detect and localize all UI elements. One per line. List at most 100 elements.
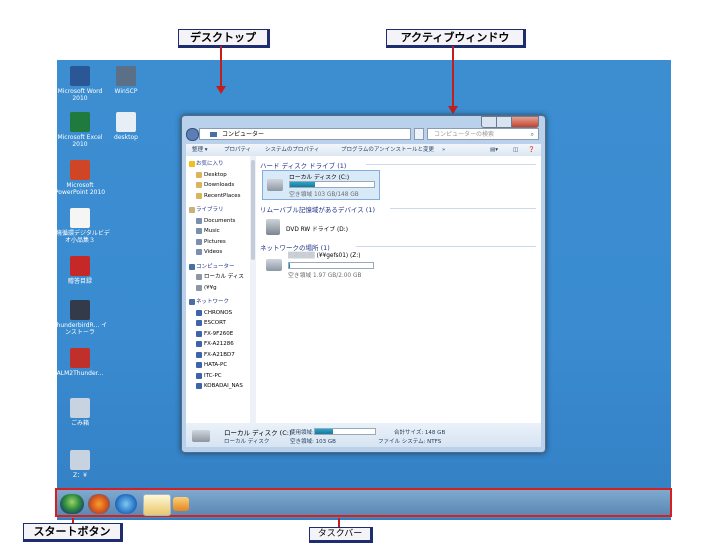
search-placeholder: コンピューターの検索	[434, 131, 495, 138]
desktop-icon[interactable]: ごみ箱	[50, 398, 110, 427]
network-drive-free: 空き領域 1.97 GB/2.00 GB	[288, 273, 362, 279]
properties-button[interactable]: プロパティ	[224, 144, 251, 156]
desktop-icon-label: Microsoft PowerPoint 2010	[54, 182, 106, 196]
alm2thunder-icon	[70, 348, 90, 368]
view-options-icon[interactable]: ▤▾	[490, 144, 498, 156]
details-usage-bar	[314, 428, 376, 435]
address-text: コンピューター	[222, 131, 265, 138]
explorer-folder-icon[interactable]	[143, 494, 171, 516]
desktop-icon[interactable]: Microsoft PowerPoint 2010	[50, 160, 110, 196]
desktop-callout: デスクトップ	[178, 29, 270, 48]
dvd-drive-name: DVD RW ドライブ (D:)	[286, 227, 348, 233]
hdd-section-line	[366, 164, 536, 165]
excel-icon	[70, 112, 90, 132]
hdd-section-header[interactable]: ハード ディスク ドライブ (1)	[260, 160, 346, 170]
nav-item-favorite-icon	[196, 192, 202, 199]
desktop-icon-label: ごみ箱	[70, 420, 89, 427]
search-input[interactable]: コンピューターの検索 ⌕	[427, 128, 539, 140]
organize-button[interactable]: 整理 ▾	[192, 144, 208, 156]
nav-item-library-icon	[196, 228, 202, 234]
content-pane: ハード ディスク ドライブ (1) ローカル ディスク (C:) 空き領域 10…	[256, 156, 541, 423]
desktop-icon[interactable]: Z：¥	[50, 450, 110, 479]
details-drive-icon	[192, 430, 210, 442]
taskbar-callout: タスクバー	[309, 527, 373, 543]
computer-icon	[210, 132, 217, 137]
nav-computer-icon	[189, 263, 195, 270]
nav-item-library[interactable]: Documents	[204, 217, 235, 226]
nav-item-network[interactable]: HATA-PC	[204, 361, 227, 370]
nav-item-network[interactable]: CHRONOS	[204, 309, 232, 318]
word-icon	[70, 66, 90, 86]
details-total-label: 合計サイズ: 148 GB	[394, 430, 446, 436]
nav-item-favorite[interactable]: Desktop	[204, 171, 227, 180]
nav-item-drive[interactable]: ローカル ディス	[204, 273, 244, 282]
navigation-pane: お気に入り Desktop Downloads RecentPlaces ライブラリ Do…	[186, 156, 251, 423]
minimize-button[interactable]	[481, 116, 497, 128]
uninstall-program-button[interactable]: プログラムのアンインストールと変更	[341, 144, 434, 156]
local-disk-item[interactable]: ローカル ディスク (C:) 空き領域 103 GB/148 GB	[262, 170, 380, 200]
desktop-icon[interactable]: ThunderbirdR... インストーラ	[50, 300, 110, 336]
desktop-icon[interactable]: desktop	[96, 112, 156, 141]
desktop-file-icon	[116, 112, 136, 132]
nav-item-drive-icon	[196, 274, 202, 280]
nav-item-network-icon	[196, 362, 202, 368]
nav-item-favorite[interactable]: Downloads	[204, 181, 234, 190]
start-button-callout: スタートボタン	[23, 523, 123, 542]
nav-libraries[interactable]: ライブラリ	[196, 206, 224, 215]
preview-pane-icon[interactable]: ◫	[513, 144, 518, 156]
nav-item-drive[interactable]: (¥¥g	[204, 284, 217, 293]
desktop-icon-label: 贈答目録	[67, 278, 92, 285]
nav-item-network[interactable]: FX-9F260E	[204, 330, 233, 339]
nav-item-library-icon	[196, 238, 202, 245]
nav-item-library[interactable]: Music	[204, 227, 220, 236]
nav-network[interactable]: ネットワーク	[196, 298, 229, 307]
address-bar[interactable]: コンピューター	[199, 128, 411, 140]
fime-icon	[70, 208, 90, 228]
nav-item-network-icon	[196, 341, 202, 347]
more-commands-button[interactable]: »	[442, 144, 445, 156]
local-disk-free: 空き領域 103 GB/148 GB	[289, 192, 359, 198]
nav-item-library[interactable]: Pictures	[204, 238, 226, 247]
nav-item-favorite[interactable]: RecentPlaces	[204, 192, 241, 201]
nav-favorites[interactable]: お気に入り	[196, 160, 224, 169]
desktop-icon-label: 環境循環デジタルビデオ小品集３	[50, 230, 110, 244]
local-disk-name: ローカル ディスク (C:)	[289, 175, 350, 181]
nav-item-network[interactable]: FX-A21BD7	[204, 351, 235, 360]
dvd-drive-item[interactable]: DVD RW ドライブ (D:)	[262, 216, 378, 240]
hard-disk-icon	[267, 179, 283, 191]
nav-libraries-icon	[189, 207, 195, 213]
nav-item-network[interactable]: ITC-PC	[204, 372, 222, 381]
nav-item-network[interactable]: ESCORT	[204, 319, 226, 328]
nav-computer[interactable]: コンピューター	[196, 263, 235, 272]
back-button[interactable]	[186, 128, 199, 141]
removable-section-header[interactable]: リムーバブル記憶域があるデバイス (1)	[260, 204, 375, 214]
network-section-header[interactable]: ネットワークの場所 (1)	[260, 242, 330, 252]
network-drive-item[interactable]: ▒▒▒▒▒▒ (¥¥gefs01) (Z:) 空き領域 1.97 GB/2.00…	[262, 252, 392, 280]
desktop-icon[interactable]: WinSCP	[96, 66, 156, 95]
nav-item-network[interactable]: FX-A21286	[204, 340, 234, 349]
start-orb-icon[interactable]	[60, 494, 84, 514]
system-properties-button[interactable]: システムのプロパティ	[265, 144, 320, 156]
nav-item-favorite-icon	[196, 171, 202, 178]
explorer-window[interactable]: コンピューター コンピューターの検索 ⌕ 整理 ▾ プロパティ システムのプロパ…	[181, 115, 546, 453]
removable-section-line	[390, 208, 536, 209]
firefox-icon[interactable]	[88, 494, 110, 514]
desktop-icon[interactable]: 贈答目録	[50, 256, 110, 285]
maximize-button[interactable]	[496, 116, 512, 128]
desktop-icon[interactable]: 環境循環デジタルビデオ小品集３	[50, 208, 110, 244]
desktop-icon[interactable]: ALM2Thunder...	[50, 348, 110, 377]
details-used-label: 使用領域:	[290, 430, 314, 436]
nav-item-library[interactable]: Videos	[204, 248, 222, 257]
recycle-bin-icon	[70, 398, 90, 418]
close-button[interactable]	[511, 116, 539, 128]
scrollbar-thumb[interactable]	[251, 160, 255, 260]
nav-network-icon	[189, 299, 195, 305]
command-bar: 整理 ▾ プロパティ システムのプロパティ プログラムのアンインストールと変更 …	[186, 144, 541, 156]
desktop-icon-label: Z：¥	[73, 472, 87, 479]
media-player-icon[interactable]	[173, 497, 189, 511]
help-icon[interactable]: ❓	[528, 144, 535, 156]
network-drive-icon	[70, 450, 90, 470]
internet-explorer-icon[interactable]	[115, 494, 137, 514]
nav-item-network[interactable]: KOBADAI_NAS	[204, 382, 243, 391]
refresh-button[interactable]	[414, 128, 424, 140]
